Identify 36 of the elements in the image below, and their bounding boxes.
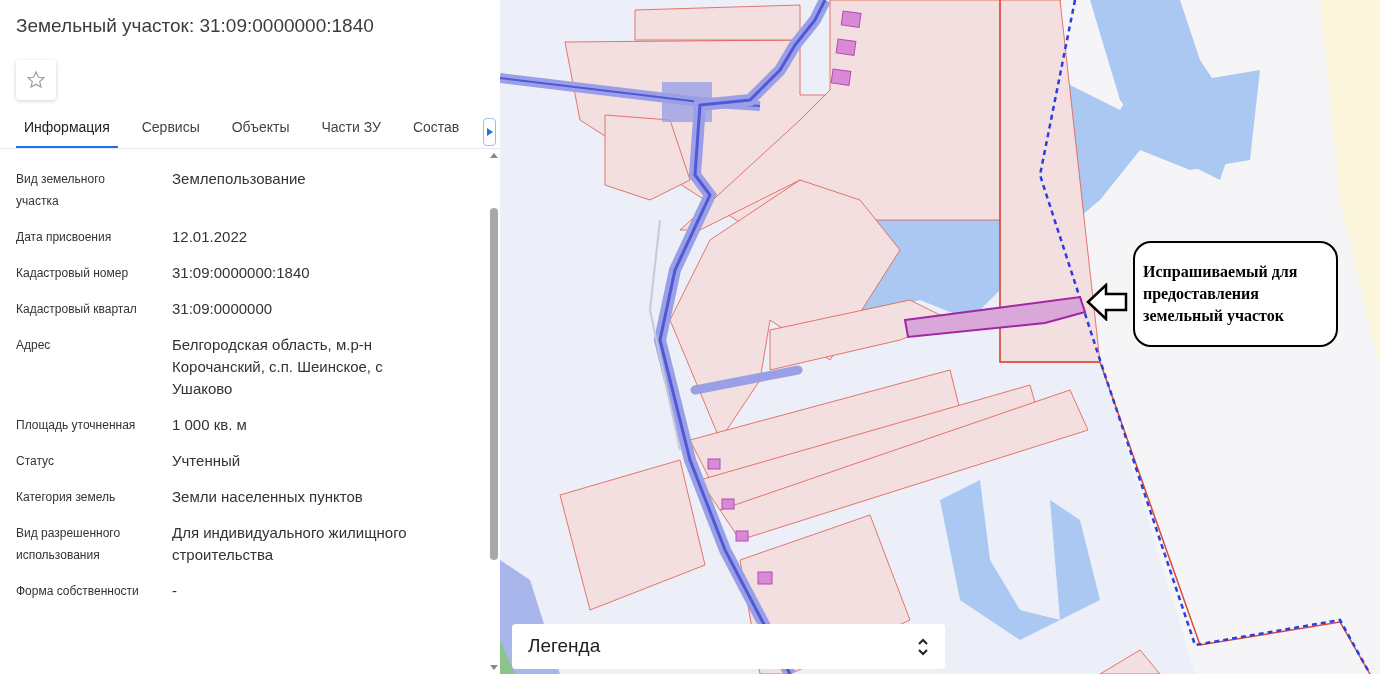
callout-text: Испрашиваемый для предоставления земельный участок	[1143, 262, 1299, 327]
scroll-down-icon[interactable]	[490, 665, 498, 670]
legend-select[interactable]: Легенда	[512, 624, 945, 669]
field-value: 1 000 кв. м	[172, 415, 247, 435]
field-value: Для индивидуального жилищного строительства	[172, 523, 408, 565]
field-value: Земли населенных пунктов	[172, 487, 363, 507]
field-label: Форма собственности	[16, 583, 140, 600]
chevron-up-down-icon	[917, 637, 929, 656]
field-value: -	[172, 581, 177, 601]
caret-right-icon	[486, 128, 493, 136]
field-label: Категория земель	[16, 489, 117, 506]
field-value: 31:09:0000000:1840	[172, 263, 310, 283]
scrollbar-thumb[interactable]	[490, 208, 498, 560]
field-label: Статус	[16, 453, 55, 470]
field-label: Вид разрешенного использования	[16, 525, 122, 564]
field-label: Кадастровый номер	[16, 265, 130, 282]
field-label: Дата присвоения	[16, 229, 113, 246]
field-label: Площадь уточненная	[16, 417, 137, 434]
tab[interactable]: Информация	[16, 117, 118, 148]
tab[interactable]: Состав	[404, 117, 468, 148]
panel-title: Земельный участок: 31:09:0000000:1840	[16, 14, 375, 38]
scroll-up-icon[interactable]	[490, 153, 498, 158]
arrow-left-icon	[1086, 283, 1128, 321]
field-value: 12.01.2022	[172, 227, 248, 247]
field-label: Кадастровый квартал	[16, 301, 138, 318]
tab[interactable]: Части ЗУ	[313, 117, 389, 148]
field-value: Учтенный	[172, 451, 241, 471]
field-value: 31:09:0000000	[172, 299, 273, 319]
field-value: Белгородская область, м.р-н Корочанский, с.п. Шеинское, с Ушаково	[172, 335, 384, 399]
favorite-button[interactable]	[16, 60, 56, 100]
tab[interactable]: Сервисы	[133, 117, 208, 148]
tab[interactable]: Объекты	[223, 117, 298, 148]
field-label: Вид земельного участка	[16, 171, 106, 210]
field-value: Землепользование	[172, 169, 306, 189]
tabs-scroll-button[interactable]	[483, 118, 496, 146]
field-label: Адрес	[16, 337, 52, 354]
